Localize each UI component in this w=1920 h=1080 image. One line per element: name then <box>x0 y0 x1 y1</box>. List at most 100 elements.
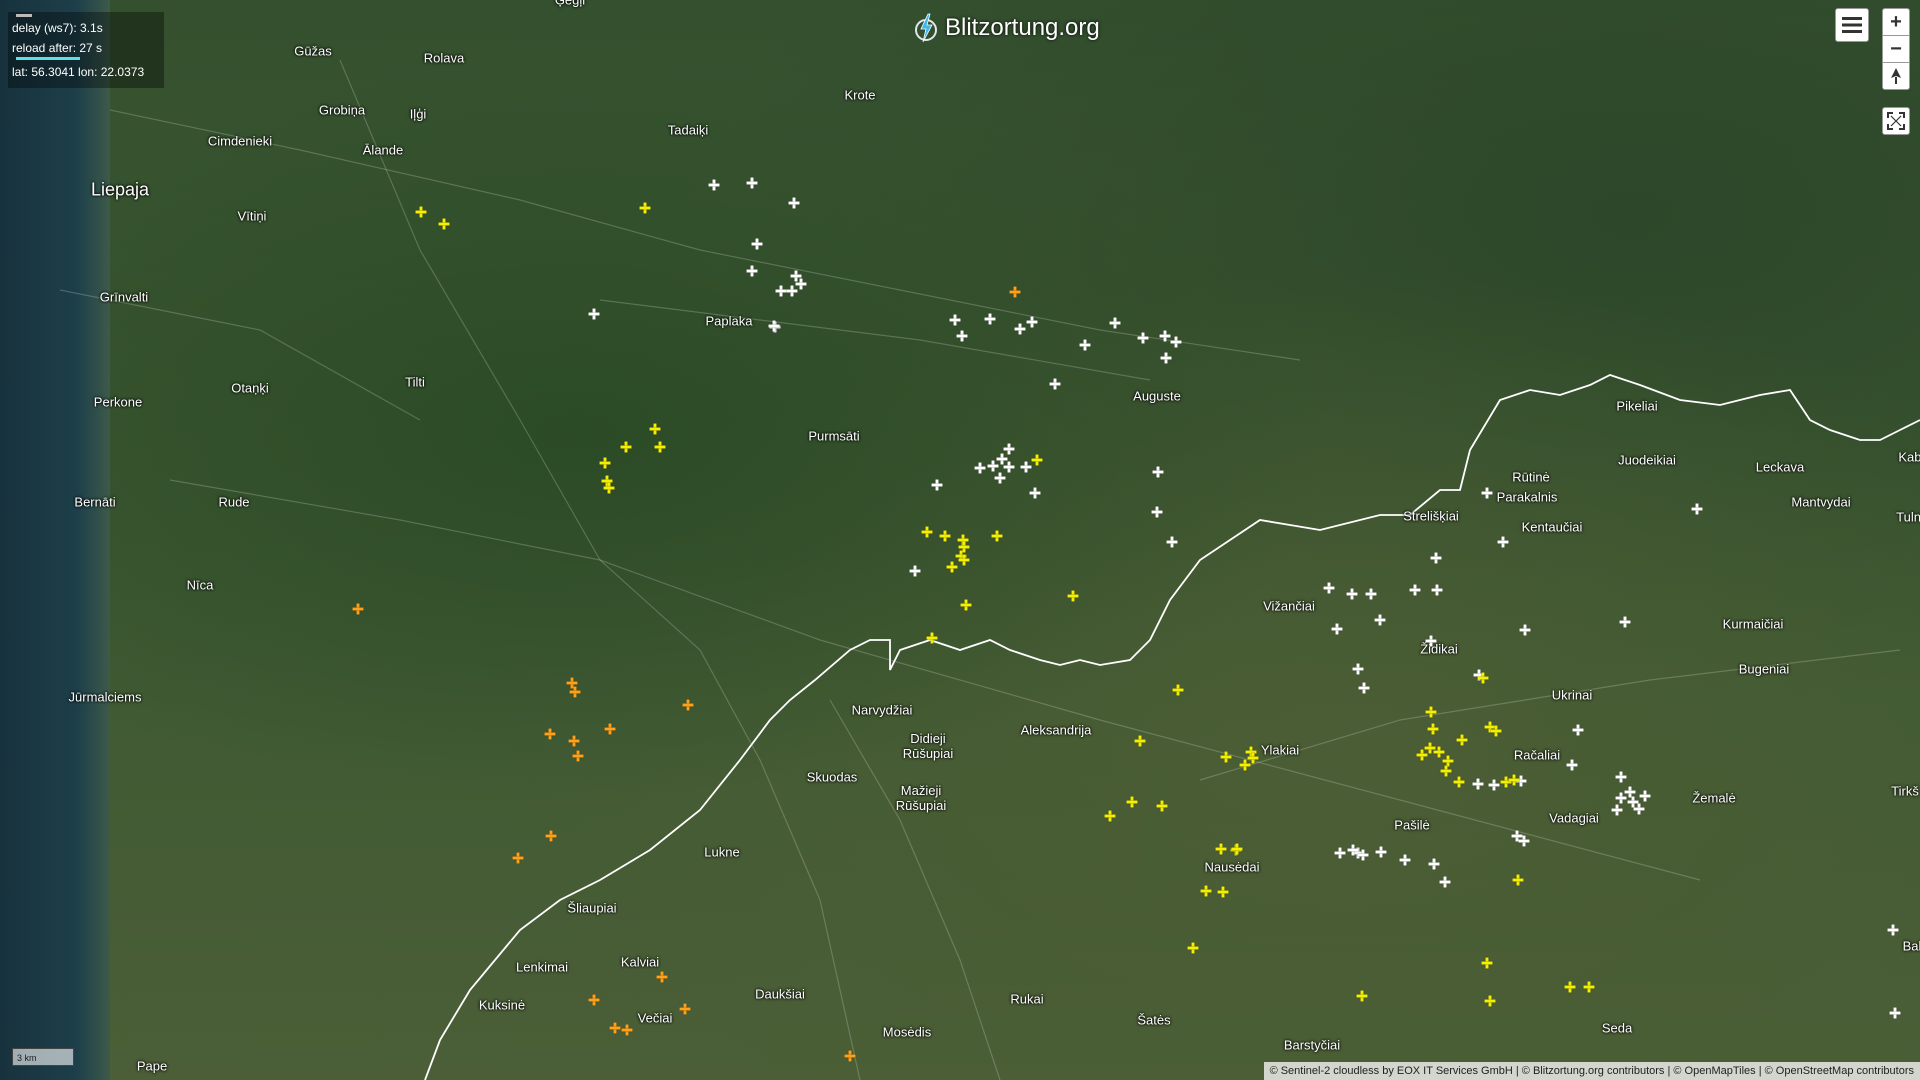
lightning-strike-marker <box>1619 616 1631 628</box>
place-label: Nīca <box>186 577 214 593</box>
lightning-strike-marker <box>609 1022 621 1034</box>
lightning-strike-marker <box>656 971 668 983</box>
lightning-strike-marker <box>1519 624 1531 636</box>
place-label: Juodeikiai <box>1618 452 1676 468</box>
place-label: Kabal <box>1898 449 1920 465</box>
lightning-strike-marker <box>946 561 958 573</box>
place-label: Rude <box>218 494 250 510</box>
lightning-strike-marker <box>1518 835 1530 847</box>
lightning-strike-marker <box>1104 810 1116 822</box>
place-label: Tilti <box>405 374 425 390</box>
place-label: Mantvydai <box>1791 494 1851 510</box>
lightning-strike-marker <box>746 265 758 277</box>
lightning-strike-marker <box>786 285 798 297</box>
lightning-strike-marker <box>1334 847 1346 859</box>
place-label: Krote <box>844 87 876 103</box>
lightning-strike-marker <box>1416 749 1428 761</box>
lightning-strike-marker <box>1009 286 1021 298</box>
lightning-strike-marker <box>1887 924 1899 936</box>
place-label: Grobiņa <box>318 102 366 118</box>
lightning-strike-marker <box>1399 854 1411 866</box>
lightning-strike-marker <box>960 599 972 611</box>
map-attribution[interactable]: © Sentinel-2 cloudless by EOX IT Service… <box>1263 1062 1920 1080</box>
lightning-strike-marker <box>1029 487 1041 499</box>
place-label: Vižančiai <box>1263 598 1315 614</box>
lightning-strike-marker <box>1151 506 1163 518</box>
lightning-strike-marker <box>949 314 961 326</box>
place-label: Jūrmalciems <box>68 689 142 705</box>
lightning-strike-marker <box>775 285 787 297</box>
lightning-logo-icon <box>915 13 937 43</box>
lightning-strike-marker <box>987 460 999 472</box>
status-panel: delay (ws7): 3.1s reload after: 27 s lat… <box>8 12 164 88</box>
lightning-strike-marker <box>1014 323 1026 335</box>
lightning-strike-marker <box>1152 466 1164 478</box>
zoom-in-button[interactable]: + <box>1882 8 1910 36</box>
place-label: Gūžas <box>294 43 332 59</box>
lightning-strike-marker <box>1358 682 1370 694</box>
lightning-strike-marker <box>1026 316 1038 328</box>
lightning-strike-marker <box>958 554 970 566</box>
place-label: Paplaka <box>705 313 753 329</box>
place-label: Didieji Rūšupiai <box>902 731 954 761</box>
lightning-strike-marker <box>1323 582 1335 594</box>
lightning-strike-marker <box>1346 588 1358 600</box>
lightning-strike-marker <box>1484 995 1496 1007</box>
lightning-strike-marker <box>1067 590 1079 602</box>
lightning-strike-marker <box>1126 796 1138 808</box>
lightning-strike-marker <box>654 441 666 453</box>
place-label: Ylakiai <box>1260 742 1300 758</box>
lightning-strike-marker <box>599 457 611 469</box>
lightning-strike-marker <box>1170 336 1182 348</box>
lightning-strike-marker <box>931 479 943 491</box>
lightning-strike-marker <box>994 472 1006 484</box>
lightning-strike-marker <box>1430 552 1442 564</box>
menu-button[interactable] <box>1835 8 1869 42</box>
lightning-strike-marker <box>572 750 584 762</box>
lightning-strike-marker <box>1231 843 1243 855</box>
fullscreen-button[interactable] <box>1882 107 1910 135</box>
lightning-strike-marker <box>1137 332 1149 344</box>
lightning-strike-marker <box>1357 849 1369 861</box>
lightning-strike-marker <box>1481 957 1493 969</box>
place-label: Cimdenieki <box>207 133 273 149</box>
place-label: Pape <box>136 1058 168 1074</box>
lightning-strike-marker <box>984 313 996 325</box>
lightning-strike-marker <box>1217 886 1229 898</box>
place-label: Ukrinai <box>1551 687 1593 703</box>
place-label: Mažieji Rūšupiai <box>895 783 947 813</box>
place-label: Grīnvalti <box>99 289 149 305</box>
place-label: Rūtinė <box>1512 469 1550 485</box>
place-label: Mosėdis <box>882 1024 932 1040</box>
place-label: Auguste <box>1133 388 1181 404</box>
lightning-strike-marker <box>621 1024 633 1036</box>
delay-text: delay (ws7): 3.1s <box>12 21 103 35</box>
place-label: Vītiņi <box>237 208 267 224</box>
place-label: Kuksinė <box>478 997 526 1013</box>
coordinates-text: lat: 56.3041 lon: 22.0373 <box>12 65 145 79</box>
lightning-strike-marker <box>1159 330 1171 342</box>
place-label: Pikeliai <box>1616 398 1658 414</box>
lightning-strike-marker <box>844 1050 856 1062</box>
lightning-strike-marker <box>926 632 938 644</box>
lightning-strike-marker <box>620 441 632 453</box>
lightning-strike-marker <box>1488 779 1500 791</box>
lightning-strike-marker <box>1409 584 1421 596</box>
place-label: Rukai <box>1010 991 1044 1007</box>
lightning-strike-marker <box>939 530 951 542</box>
place-label: Otaņķi <box>231 380 269 396</box>
place-label: Bernāti <box>74 494 116 510</box>
app-title[interactable]: Blitzortung.org <box>915 8 1100 48</box>
lightning-strike-marker <box>1453 776 1465 788</box>
zoom-out-button[interactable]: − <box>1882 35 1910 63</box>
lightning-strike-marker <box>1079 339 1091 351</box>
place-label: Parakalnis <box>1496 489 1558 505</box>
place-label: Ģegļi <box>554 0 586 8</box>
lightning-strike-marker <box>1352 663 1364 675</box>
satellite-map[interactable]: Liepaja Ģegļi Gūžas Rolava Grobiņa Iļģi Krote T… <box>0 0 1920 1080</box>
lightning-strike-marker <box>1425 635 1437 647</box>
place-label: Skuodas <box>806 769 858 785</box>
reset-north-button[interactable] <box>1882 62 1910 90</box>
lightning-strike-marker <box>1331 623 1343 635</box>
place-label: Perkone <box>93 394 143 410</box>
